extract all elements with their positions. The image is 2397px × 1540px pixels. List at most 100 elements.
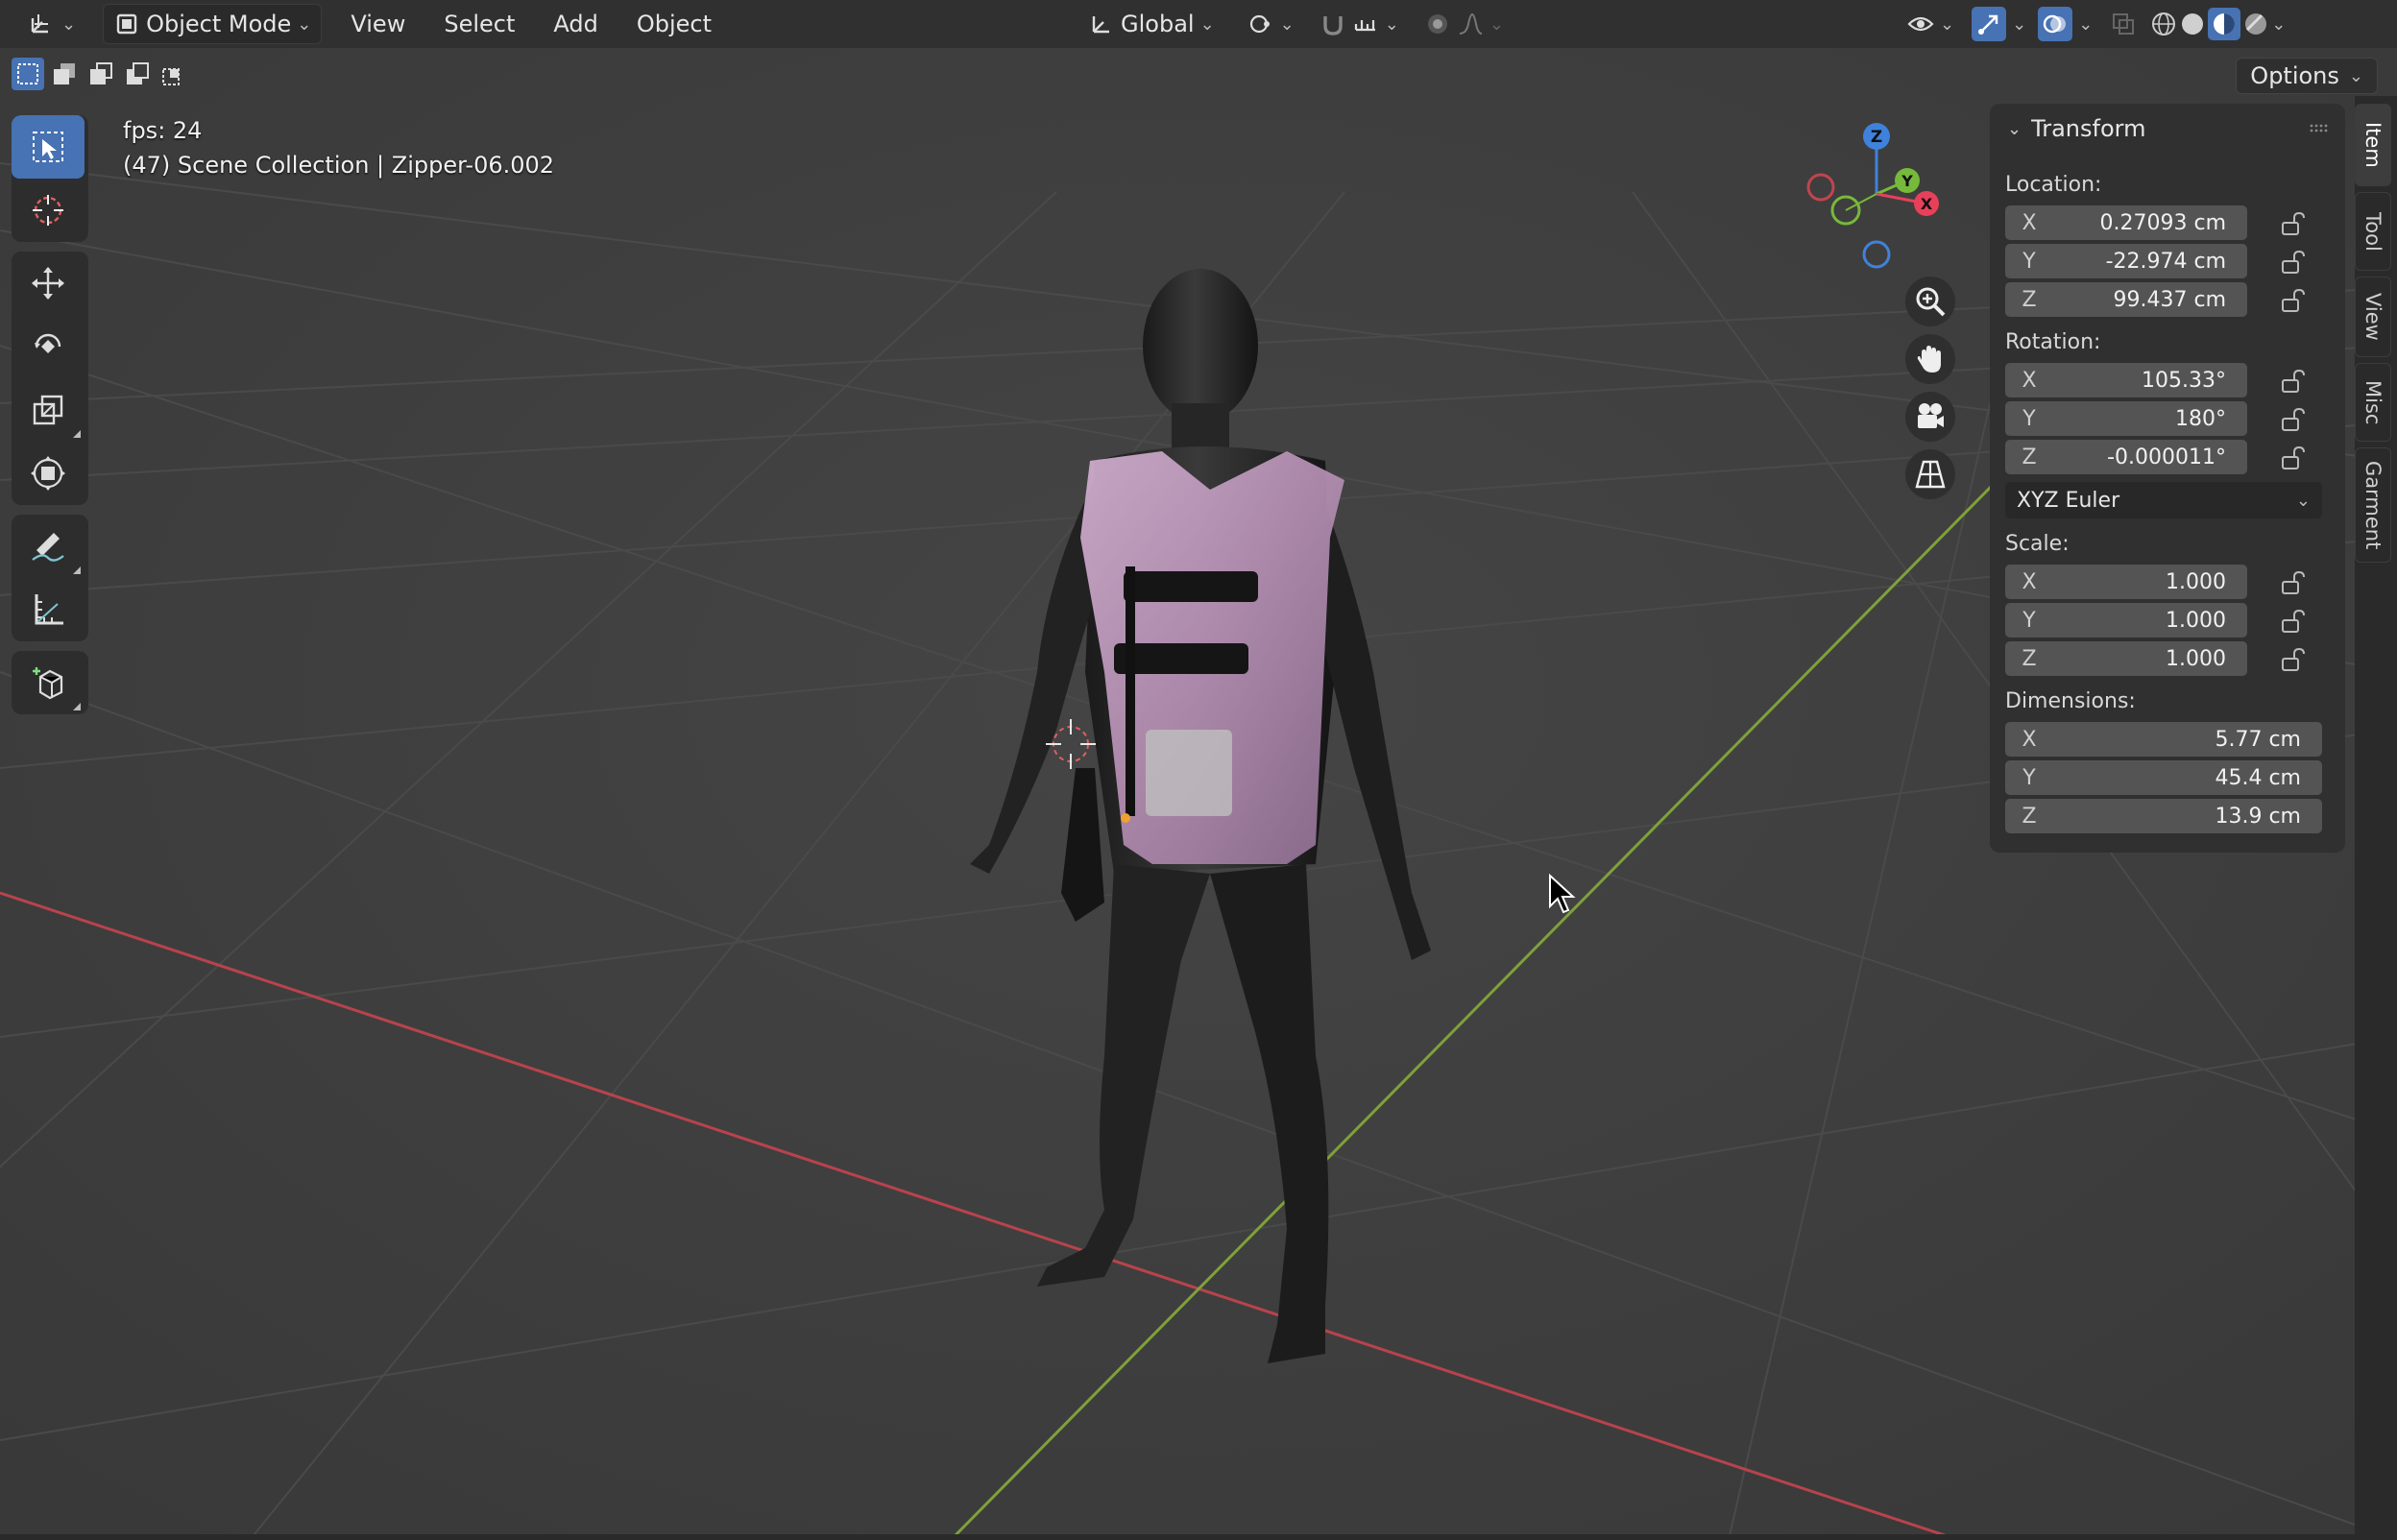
lock-icon[interactable] <box>2278 645 2307 674</box>
tab-misc[interactable]: Misc <box>2355 363 2391 442</box>
chevron-down-icon: ⌄ <box>2348 65 2363 86</box>
proportional-editing-icon <box>1427 14 1447 34</box>
rotate-icon <box>35 333 61 353</box>
gizmo-neg-x-axis[interactable] <box>1806 173 1835 202</box>
add-cube-tool[interactable] <box>12 651 85 714</box>
solid-shading-icon[interactable] <box>2179 11 2206 37</box>
axis-label: Z <box>2022 287 2037 312</box>
measure-tool[interactable] <box>12 578 85 641</box>
lock-icon[interactable] <box>2278 367 2307 396</box>
scale-icon <box>33 395 63 425</box>
cursor-tool[interactable] <box>12 179 85 242</box>
scale-y-field[interactable]: Y 1.000 <box>2005 603 2247 638</box>
dimensions-y-field[interactable]: Y 45.4 cm <box>2005 760 2322 795</box>
dimensions-x-field[interactable]: X 5.77 cm <box>2005 722 2322 757</box>
rotation-y-field[interactable]: Y 180° <box>2005 401 2247 436</box>
editor-type-button[interactable]: ⌄ <box>19 5 85 43</box>
perspective-toggle-button[interactable] <box>1905 449 1955 499</box>
location-x-field[interactable]: X 0.27093 cm <box>2005 205 2247 240</box>
field-value: -0.000011° <box>2107 445 2226 469</box>
gizmo-neg-z-axis[interactable] <box>1862 240 1891 269</box>
transform-panel-header[interactable]: ⌄ Transform <box>2007 115 2145 142</box>
tab-view[interactable]: View <box>2355 277 2391 357</box>
material-preview-shading-icon[interactable] <box>2211 11 2238 37</box>
scale-z-field[interactable]: Z 1.000 <box>2005 641 2247 676</box>
axis-gizmo: Z Y X <box>1806 123 1939 269</box>
transform-tool[interactable] <box>12 442 85 505</box>
rotation-x-field[interactable]: X 105.33° <box>2005 363 2247 397</box>
field-value: 45.4 cm <box>2215 765 2301 790</box>
scale-label: Scale: <box>2005 532 2070 556</box>
lock-icon[interactable] <box>2278 248 2307 277</box>
chevron-down-icon: ⌄ <box>2295 490 2311 511</box>
add-tool-group <box>12 651 88 714</box>
rotation-z-field[interactable]: Z -0.000011° <box>2005 440 2247 474</box>
tab-item[interactable]: Item <box>2355 104 2391 186</box>
gizmo-toggle[interactable]: ⌄ <box>1968 5 2030 43</box>
mode-dropdown[interactable]: Object Mode ⌄ <box>103 4 323 44</box>
menu-object[interactable]: Object <box>617 5 731 43</box>
tab-misc-label: Misc <box>2361 379 2385 425</box>
annotate-tool[interactable] <box>12 515 85 578</box>
tool-variants-indicator <box>73 430 81 438</box>
navigation-gizmo[interactable]: Z Y X <box>1805 115 1959 278</box>
dimensions-z-field[interactable]: Z 13.9 cm <box>2005 799 2322 833</box>
menu-select[interactable]: Select <box>424 5 534 43</box>
pan-button[interactable] <box>1905 334 1955 384</box>
menu-add[interactable]: Add <box>534 5 617 43</box>
field-value: -22.974 cm <box>2105 249 2226 274</box>
rendered-shading-icon[interactable] <box>2242 11 2269 37</box>
camera-view-button[interactable] <box>1905 392 1955 442</box>
lock-icon[interactable] <box>2278 568 2307 597</box>
tab-item-label: Item <box>2361 122 2385 168</box>
tab-garment[interactable]: Garment <box>2355 447 2391 563</box>
viewport-header: ⌄ Object Mode ⌄ View Select Add Object G… <box>0 0 2397 48</box>
select-box-tool[interactable] <box>12 115 85 179</box>
chevron-down-icon[interactable]: ⌄ <box>2271 14 2286 35</box>
zoom-button[interactable] <box>1905 277 1955 326</box>
transform-icon <box>31 456 65 491</box>
select-mode-subtract[interactable] <box>85 58 117 90</box>
overlays-toggle[interactable]: ⌄ <box>2034 5 2096 43</box>
snap-toggle[interactable]: ⌄ <box>1310 5 1409 43</box>
axis-label: X <box>2022 569 2037 594</box>
proportional-editing-toggle[interactable]: ⌄ <box>1415 5 1513 43</box>
lock-icon[interactable] <box>2278 607 2307 636</box>
location-z-field[interactable]: Z 99.437 cm <box>2005 282 2247 317</box>
select-mode-new[interactable] <box>12 58 44 90</box>
scale-x-field[interactable]: X 1.000 <box>2005 565 2247 599</box>
transform-orientation-dropdown[interactable]: Global ⌄ <box>1078 5 1224 43</box>
select-mode-difference[interactable] <box>121 58 154 90</box>
move-tool[interactable] <box>12 252 85 315</box>
hand-icon <box>1917 346 1941 373</box>
cursor-icon <box>33 195 63 226</box>
snap-increment-icon <box>1354 20 1375 32</box>
visibility-dropdown[interactable]: ⌄ <box>1898 5 1964 43</box>
transform-panel: ⌄ Transform Location: X 0.27093 cm Y -22… <box>1990 104 2345 853</box>
lock-icon[interactable] <box>2278 209 2307 238</box>
scale-tool[interactable] <box>12 378 85 442</box>
select-mode-intersect[interactable] <box>157 58 190 90</box>
orientation-gizmo-icon <box>1092 16 1110 34</box>
chevron-down-icon: ⌄ <box>1199 13 1215 35</box>
viewport-info-overlay: fps: 24 (47) Scene Collection | Zipper-0… <box>123 113 554 182</box>
rotate-tool[interactable] <box>12 315 85 378</box>
pivot-point-dropdown[interactable]: ⌄ <box>1238 5 1304 43</box>
xray-toggle[interactable] <box>2100 5 2146 43</box>
falloff-curve-icon <box>1459 12 1483 35</box>
tab-tool[interactable]: Tool <box>2355 192 2391 271</box>
location-y-field[interactable]: Y -22.974 cm <box>2005 244 2247 278</box>
chevron-down-icon: ⌄ <box>2012 13 2027 35</box>
shading-modes: ⌄ <box>2150 8 2286 40</box>
select-mode-extend[interactable] <box>48 58 81 90</box>
options-dropdown[interactable]: Options ⌄ <box>2236 58 2378 94</box>
lock-icon[interactable] <box>2278 405 2307 434</box>
wireframe-shading-icon[interactable] <box>2150 11 2177 37</box>
scene-collection-info: (47) Scene Collection | Zipper-06.002 <box>123 152 555 179</box>
menu-view[interactable]: View <box>331 5 424 43</box>
field-value: 105.33° <box>2142 368 2226 393</box>
drag-grip-icon[interactable] <box>2309 123 2328 132</box>
lock-icon[interactable] <box>2278 286 2307 315</box>
lock-icon[interactable] <box>2278 444 2307 472</box>
rotation-mode-dropdown[interactable]: XYZ Euler ⌄ <box>2005 482 2322 518</box>
